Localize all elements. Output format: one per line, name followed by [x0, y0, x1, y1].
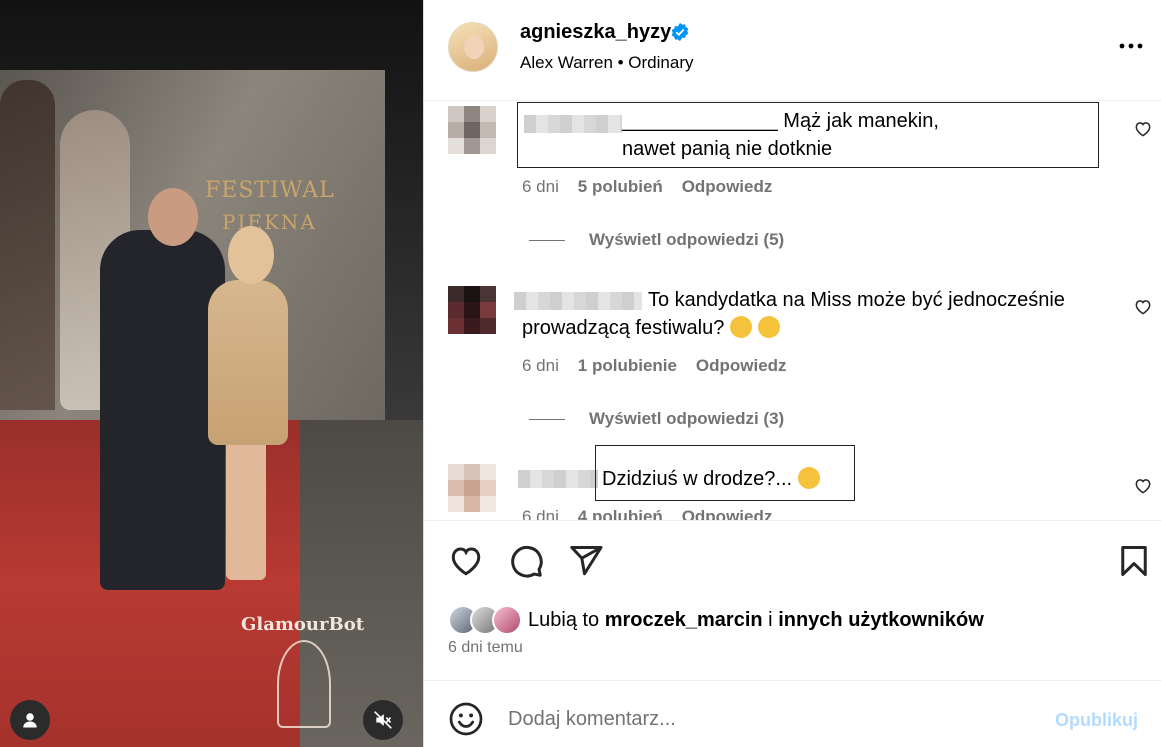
tagged-users-button[interactable] — [10, 700, 50, 740]
liker-avatar — [492, 605, 522, 635]
comments-list[interactable]: ______________ Mąż jak manekin, nawet pa… — [424, 102, 1161, 520]
likes-connector: i — [768, 609, 773, 631]
more-options-icon[interactable] — [1118, 36, 1144, 56]
mute-toggle-button[interactable] — [363, 700, 403, 740]
comment-like-heart-icon[interactable] — [1133, 119, 1153, 139]
media-backdrop-title: FESTIWAL — [205, 178, 335, 203]
comment-likes[interactable]: 4 polubień — [578, 507, 663, 520]
media-backdrop-subtitle: PIĘKNA — [222, 210, 317, 234]
comment-input[interactable] — [508, 699, 1028, 739]
likes-others-link[interactable]: innych użytkowników — [778, 609, 984, 631]
user-icon — [23, 713, 37, 728]
comment-avatar[interactable] — [448, 464, 496, 512]
comment-time: 6 dni — [522, 177, 559, 196]
likes-summary: Lubią to mroczek_marcin i innych użytkow… — [528, 609, 984, 632]
comment-meta: 6 dni 4 polubień Odpowiedz — [522, 507, 772, 520]
media-watermark: GlamourBot — [241, 614, 365, 635]
comment-composer: Opublikuj — [424, 680, 1161, 747]
media-poster-figure — [0, 80, 55, 410]
comment-like-heart-icon[interactable] — [1133, 297, 1153, 317]
view-replies-label: Wyświetl odpowiedzi (3) — [589, 409, 785, 428]
comment-likes[interactable]: 1 polubienie — [578, 356, 677, 375]
liker-username[interactable]: mroczek_marcin — [605, 609, 763, 631]
comment-meta: 6 dni 1 polubienie Odpowiedz — [522, 356, 787, 376]
heart-icon[interactable] — [448, 543, 484, 579]
post-timestamp[interactable]: 6 dni temu — [448, 639, 523, 657]
post-actions: Lubią to mroczek_marcin i innych użytkow… — [424, 520, 1161, 680]
publish-button[interactable]: Opublikuj — [1055, 710, 1138, 731]
media-pageant-logo — [277, 640, 331, 728]
likes-prefix: Lubią to — [528, 609, 600, 631]
highlight-frame — [517, 102, 1099, 168]
reply-button[interactable]: Odpowiedz — [696, 356, 787, 375]
comment-time: 6 dni — [522, 356, 559, 375]
comment-text: To kandydatka na Miss może być jednocześ… — [522, 286, 1102, 342]
post-header: agnieszka_hyzy Alex Warren • Ordinary — [424, 0, 1161, 101]
comment-icon[interactable] — [508, 543, 544, 579]
highlight-frame — [595, 445, 855, 501]
comment-avatar[interactable] — [448, 286, 496, 334]
comment-author-blurred[interactable] — [518, 470, 598, 488]
share-icon[interactable] — [568, 543, 604, 579]
liker-avatars[interactable] — [448, 605, 528, 635]
reply-button[interactable]: Odpowiedz — [682, 177, 773, 196]
audio-track[interactable]: Alex Warren • Ordinary — [520, 53, 693, 73]
comment-like-heart-icon[interactable] — [1133, 476, 1153, 496]
media-person-man — [100, 230, 225, 590]
media-person-man-head — [148, 188, 198, 246]
comment-time: 6 dni — [522, 507, 559, 520]
bookmark-icon[interactable] — [1116, 543, 1152, 579]
view-replies-label: Wyświetl odpowiedzi (5) — [589, 230, 785, 249]
media-person-woman-head — [228, 226, 274, 284]
comment-meta: 6 dni 5 polubień Odpowiedz — [522, 177, 772, 197]
instagram-post-view: FESTIWAL PIĘKNA GlamourBot agnieszka_hyz… — [0, 0, 1161, 747]
emoji-icon[interactable] — [448, 701, 484, 737]
muted-speaker-icon — [374, 711, 392, 729]
view-replies-button[interactable]: Wyświetl odpowiedzi (5) — [529, 230, 784, 250]
smiling-face-emoji-icon — [758, 316, 781, 338]
flushed-face-emoji-icon — [730, 316, 753, 338]
post-media[interactable]: FESTIWAL PIĘKNA GlamourBot — [0, 0, 423, 747]
comment-avatar[interactable] — [448, 106, 496, 154]
verified-badge-icon — [671, 22, 689, 42]
media-person-woman-legs — [226, 440, 266, 580]
media-person-woman — [208, 280, 288, 445]
reply-button[interactable]: Odpowiedz — [682, 507, 773, 520]
author-username[interactable]: agnieszka_hyzy — [520, 21, 671, 44]
author-avatar[interactable] — [448, 22, 498, 72]
comment-body: To kandydatka na Miss może być jednocześ… — [522, 289, 1065, 339]
post-side-panel: agnieszka_hyzy Alex Warren • Ordinary __… — [423, 0, 1161, 747]
view-replies-button[interactable]: Wyświetl odpowiedzi (3) — [529, 409, 784, 429]
comment-likes[interactable]: 5 polubień — [578, 177, 663, 196]
